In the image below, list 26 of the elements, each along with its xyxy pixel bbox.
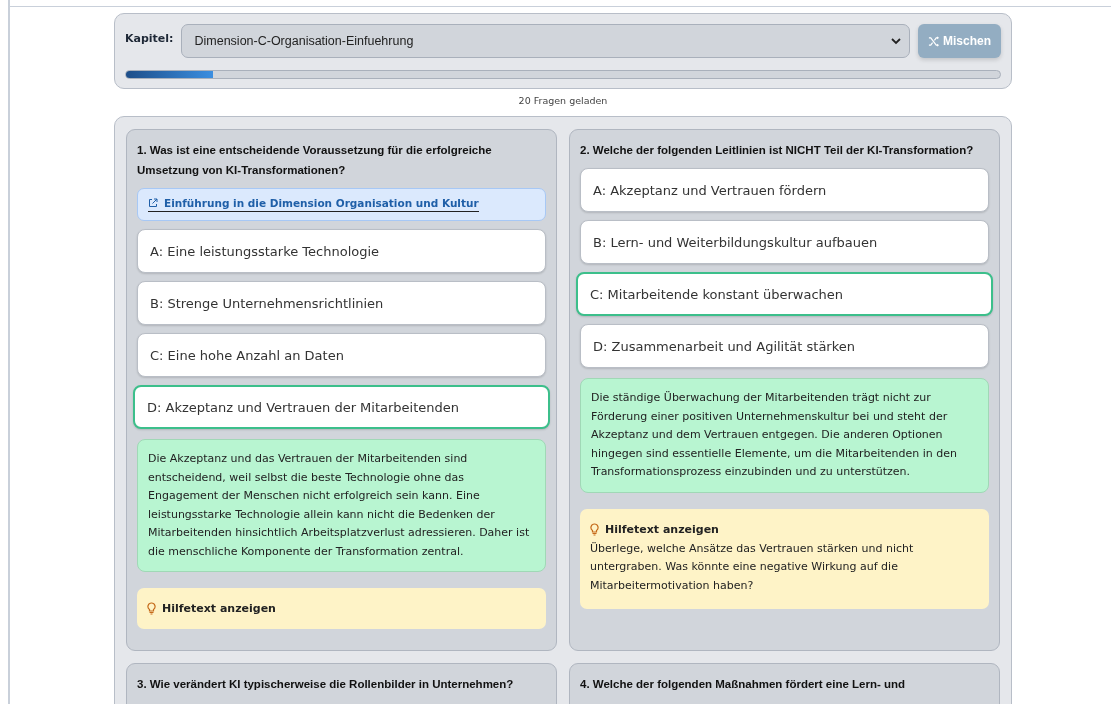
chevron-down-icon xyxy=(891,37,901,45)
answer-option[interactable]: C: Eine hohe Anzahl an Daten xyxy=(137,333,546,377)
intro-link[interactable]: Einführung in die Dimension Organisation und Kultur xyxy=(148,197,479,212)
answer-option[interactable]: D: Akzeptanz und Vertrauen der Mitarbeitenden xyxy=(133,385,550,429)
answer-option[interactable]: C: Mitarbeitende konstant überwachen xyxy=(576,272,993,316)
lightbulb-icon xyxy=(147,602,156,615)
lightbulb-icon xyxy=(590,522,599,536)
explanation-text: Die Akzeptanz und das Vertrauen der Mitarbeitenden sind entscheidend, weil selbst die beste Technologie ohne das Engagement der Menschen nicht erfolgreich sein kann. Eine leistungsstarke Technologie allein kann nicht die Bedenken der Mitarbeitenden hinsichtlich Arbeitsplatzverlust adressieren. Daher ist die menschliche Komponente der Transformation zentral. xyxy=(137,439,546,572)
question-title: 1. Was ist eine entscheidende Voraussetzung für die erfolgreiche Umsetzung von KI-Transformationen? xyxy=(137,143,493,178)
external-link-icon xyxy=(148,198,158,208)
question-title: 2. Welche der folgenden Leitlinien ist NICHT Teil der KI-Transformation? xyxy=(580,143,975,158)
status-text: 20 Fragen geladen xyxy=(517,95,609,106)
answer-option[interactable]: B: Strenge Unternehmensrichtlinien xyxy=(137,281,546,325)
answer-option[interactable]: A: Eine leistungsstarke Technologie xyxy=(137,229,546,273)
chapter-select[interactable]: Dimension-C-Organisation-Einfuehrung xyxy=(181,24,910,58)
answer-option[interactable]: A: Akzeptanz und Vertrauen fördern xyxy=(580,168,989,212)
answer-option[interactable]: D: Zusammenarbeit und Agilität stärken xyxy=(580,324,989,368)
question-title: 4. Welche der folgenden Maßnahmen fördert eine Lern- und xyxy=(580,676,907,692)
hint-toggle[interactable]: Hilfetext anzeigen xyxy=(590,522,979,536)
hint-text: Überlege, welche Ansätze das Vertrauen stärken und nicht untergraben. Was könnte eine negative Wirkung auf die Mitarbeitermotivation haben? xyxy=(590,540,915,594)
hint-toggle[interactable]: Hilfetext anzeigen xyxy=(147,602,536,615)
answer-option[interactable]: B: Lern- und Weiterbildungskultur aufbauen xyxy=(580,220,989,264)
chapter-label: Kapitel: xyxy=(125,32,174,45)
shuffle-icon xyxy=(928,35,939,47)
explanation-text: Die ständige Überwachung der Mitarbeitenden trägt nicht zur Förderung einer positiven Unternehmenskultur bei und steht der Akzeptanz und dem Vertrauen entgegen. Die anderen Optionen hingegen sind essentielle Elemente, um die Mitarbeitenden in den Transformationsprozess einzubinden und zu unterstützen. xyxy=(580,378,989,493)
question-title: 3. Wie verändert KI typischerweise die Rollenbilder in Unternehmen? xyxy=(137,676,515,692)
